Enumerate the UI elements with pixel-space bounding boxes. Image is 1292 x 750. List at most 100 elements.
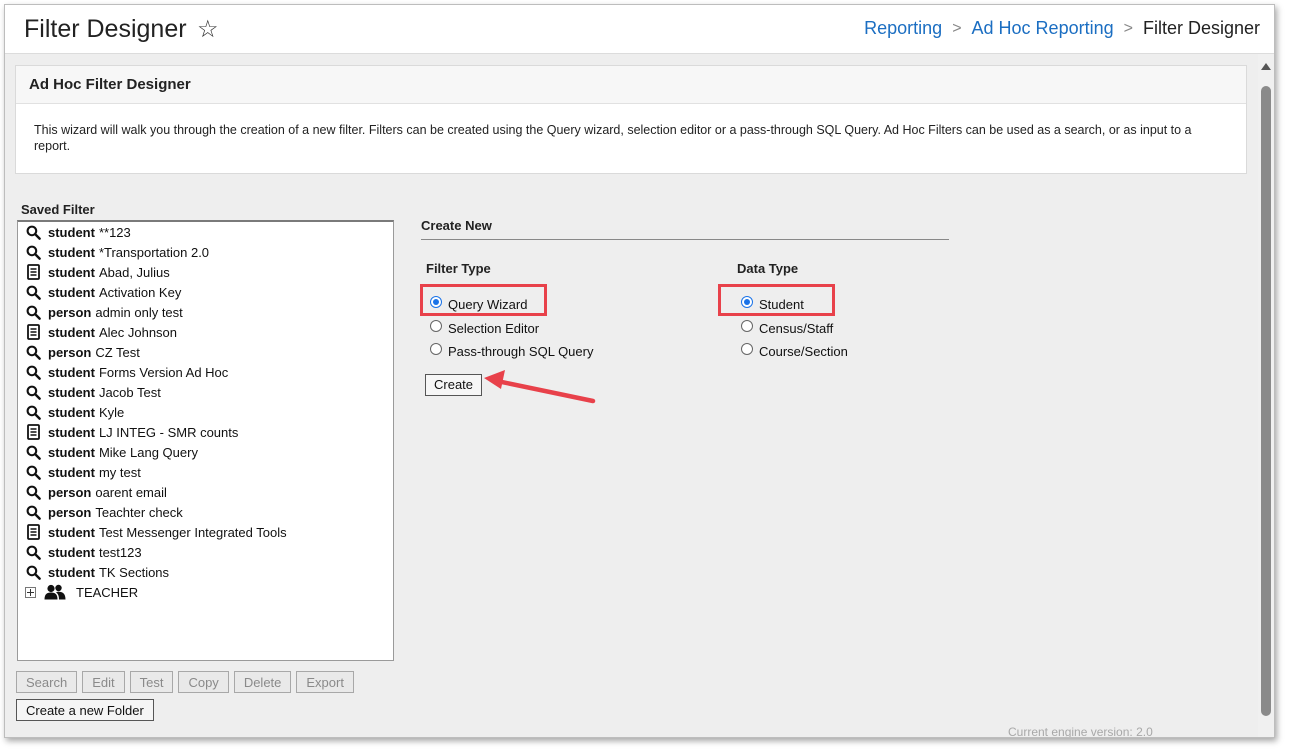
- list-item[interactable]: student my test: [18, 462, 393, 482]
- filter-name: Mike Lang Query: [98, 444, 198, 460]
- list-item[interactable]: student Mike Lang Query: [18, 442, 393, 462]
- radio-button[interactable]: [430, 343, 442, 355]
- list-item[interactable]: student **123: [18, 222, 393, 242]
- document-icon: [18, 424, 48, 440]
- radio-course-section[interactable]: Course/Section: [741, 340, 848, 362]
- filter-type: person: [48, 304, 92, 320]
- filter-type: student: [48, 564, 95, 580]
- filter-name: Activation Key: [98, 284, 182, 300]
- list-item[interactable]: person CZ Test: [18, 342, 393, 362]
- vertical-scrollbar[interactable]: [1258, 54, 1274, 737]
- breadcrumb-current: Filter Designer: [1142, 18, 1260, 38]
- filter-name: Teachter check: [95, 504, 183, 520]
- filter-name: Abad, Julius: [98, 264, 170, 280]
- filter-type: student: [48, 544, 95, 560]
- folder-item[interactable]: TEACHER: [18, 582, 393, 602]
- export-button[interactable]: Export: [296, 671, 354, 693]
- filter-type-label: Filter Type: [426, 261, 491, 276]
- filter-type: student: [48, 264, 95, 280]
- breadcrumb: Reporting > Ad Hoc Reporting > Filter De…: [864, 18, 1260, 39]
- star-icon[interactable]: ☆: [197, 15, 219, 44]
- list-item[interactable]: student Alec Johnson: [18, 322, 393, 342]
- list-item[interactable]: person admin only test: [18, 302, 393, 322]
- breadcrumb-reporting[interactable]: Reporting: [864, 18, 942, 39]
- edit-button[interactable]: Edit: [82, 671, 125, 693]
- filter-type: student: [48, 404, 95, 420]
- delete-button[interactable]: Delete: [233, 671, 292, 693]
- chevron-right-icon: >: [952, 19, 962, 37]
- breadcrumb-ad-hoc-reporting[interactable]: Ad Hoc Reporting: [972, 18, 1114, 39]
- test-button[interactable]: Test: [129, 671, 174, 693]
- list-item[interactable]: student Activation Key: [18, 282, 393, 302]
- list-item[interactable]: student Forms Version Ad Hoc: [18, 362, 393, 382]
- search-icon: [18, 225, 48, 240]
- filter-type: student: [48, 444, 95, 460]
- search-icon: [18, 245, 48, 260]
- saved-filter-label: Saved Filter: [21, 202, 95, 217]
- filter-name: TK Sections: [98, 564, 170, 580]
- search-icon: [18, 545, 48, 560]
- scroll-up-icon[interactable]: [1261, 63, 1271, 70]
- list-item[interactable]: student LJ INTEG - SMR counts: [18, 422, 393, 442]
- radio-sql-query[interactable]: Pass-through SQL Query: [430, 340, 593, 362]
- main-content: Ad Hoc Filter Designer This wizard will …: [5, 54, 1258, 737]
- radio-button[interactable]: [741, 343, 753, 355]
- radio-label: Pass-through SQL Query: [448, 343, 594, 359]
- list-item[interactable]: student TK Sections: [18, 562, 393, 582]
- filter-type: person: [48, 484, 92, 500]
- annotation-arrow-icon: [484, 370, 596, 404]
- filter-type: student: [48, 284, 95, 300]
- search-icon: [18, 485, 48, 500]
- highlight-box: [718, 284, 835, 316]
- radio-census-staff[interactable]: Census/Staff: [741, 317, 833, 339]
- filter-name: LJ INTEG - SMR counts: [98, 424, 239, 440]
- create-new-heading: Create New: [421, 218, 949, 240]
- filter-name: my test: [98, 464, 141, 480]
- scroll-thumb[interactable]: [1261, 86, 1271, 716]
- filter-name: Jacob Test: [98, 384, 161, 400]
- radio-selection-editor[interactable]: Selection Editor: [430, 317, 539, 339]
- list-item[interactable]: student Test Messenger Integrated Tools: [18, 522, 393, 542]
- filter-type: student: [48, 324, 95, 340]
- search-icon: [18, 285, 48, 300]
- list-item[interactable]: student Kyle: [18, 402, 393, 422]
- filter-name: test123: [98, 544, 142, 560]
- create-button[interactable]: Create: [425, 374, 483, 396]
- list-item[interactable]: person Teachter check: [18, 502, 393, 522]
- filter-name: Kyle: [98, 404, 125, 420]
- folder-name: TEACHER: [76, 584, 139, 600]
- users-icon: [44, 584, 66, 600]
- filter-type: student: [48, 224, 95, 240]
- search-button[interactable]: Search: [16, 671, 78, 693]
- page-title: Filter Designer: [24, 15, 187, 43]
- filter-name: Forms Version Ad Hoc: [98, 364, 229, 380]
- page-header: Filter Designer ☆ Reporting > Ad Hoc Rep…: [5, 5, 1274, 54]
- search-icon: [18, 565, 48, 580]
- saved-filter-list[interactable]: student **123 student *Transportation 2.0 st…: [17, 220, 394, 661]
- filter-type: student: [48, 464, 95, 480]
- intro-panel: Ad Hoc Filter Designer This wizard will …: [15, 65, 1247, 174]
- document-icon: [18, 524, 48, 540]
- list-item[interactable]: student Abad, Julius: [18, 262, 393, 282]
- list-item[interactable]: student *Transportation 2.0: [18, 242, 393, 262]
- filter-action-buttons: Search Edit Test Copy Delete Export: [16, 671, 354, 693]
- expand-icon[interactable]: [25, 586, 36, 598]
- app-window: Filter Designer ☆ Reporting > Ad Hoc Rep…: [4, 4, 1275, 738]
- radio-button[interactable]: [430, 320, 442, 332]
- search-icon: [18, 345, 48, 360]
- list-item[interactable]: student test123: [18, 542, 393, 562]
- search-icon: [18, 445, 48, 460]
- filter-name: **123: [98, 224, 131, 240]
- panel-title: Ad Hoc Filter Designer: [16, 66, 1246, 104]
- create-folder-button[interactable]: Create a new Folder: [16, 699, 154, 721]
- search-icon: [18, 365, 48, 380]
- document-icon: [18, 264, 48, 280]
- filter-name: admin only test: [95, 304, 183, 320]
- radio-button[interactable]: [741, 320, 753, 332]
- filter-type: person: [48, 504, 92, 520]
- radio-label: Selection Editor: [448, 320, 540, 336]
- list-item[interactable]: student Jacob Test: [18, 382, 393, 402]
- list-item[interactable]: person oarent email: [18, 482, 393, 502]
- filter-name: Test Messenger Integrated Tools: [98, 524, 287, 540]
- copy-button[interactable]: Copy: [178, 671, 229, 693]
